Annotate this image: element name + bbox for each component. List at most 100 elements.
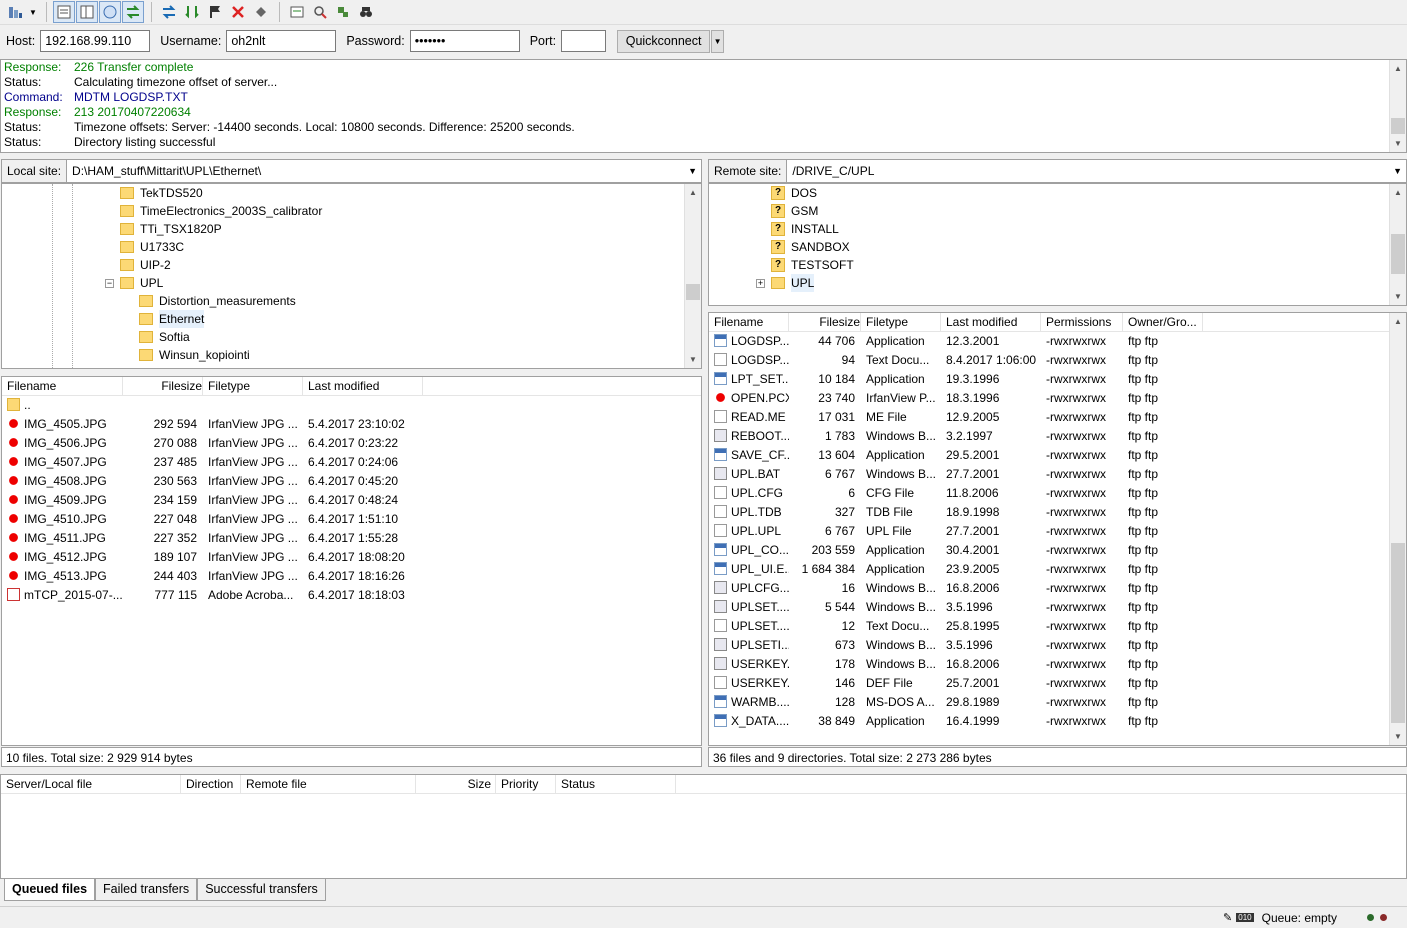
scroll-up-icon[interactable]: ▲: [1390, 313, 1406, 330]
sync-browse-icon[interactable]: [332, 1, 354, 23]
column-header[interactable]: Status: [556, 775, 676, 793]
table-row[interactable]: IMG_4512.JPG 189 107 IrfanView JPG ... 6.4.…: [2, 548, 701, 567]
table-row[interactable]: UPL_CO... 203 559 Application 30.4.2001 -rwx…: [709, 541, 1406, 560]
remote-tree-scrollbar[interactable]: ▲ ▼: [1389, 184, 1406, 305]
remote-tree-item[interactable]: ? TESTSOFT: [771, 256, 854, 274]
table-row[interactable]: SAVE_CF... 13 604 Application 29.5.2001 -rwx…: [709, 446, 1406, 465]
port-input[interactable]: [561, 30, 607, 52]
column-header[interactable]: Filename: [709, 313, 789, 331]
table-row[interactable]: IMG_4505.JPG 292 594 IrfanView JPG ... 5.4.…: [2, 415, 701, 434]
binary-mode-icon[interactable]: 010: [1236, 913, 1254, 922]
column-header[interactable]: Last modified: [303, 377, 423, 395]
table-row[interactable]: UPL_UI.E... 1 684 384 Application 23.9.2005…: [709, 560, 1406, 579]
table-row[interactable]: IMG_4511.JPG 227 352 IrfanView JPG ... 6.4.…: [2, 529, 701, 548]
chevron-down-icon[interactable]: ▼: [688, 160, 697, 182]
table-row[interactable]: LPT_SET.... 10 184 Application 19.3.1996 -rw…: [709, 370, 1406, 389]
local-tree-item[interactable]: Softia: [139, 328, 190, 346]
tab-queued-files[interactable]: Queued files: [4, 879, 96, 901]
filter-icon[interactable]: [286, 1, 308, 23]
find-icon[interactable]: [355, 1, 377, 23]
compare-icon[interactable]: [309, 1, 331, 23]
toggle-tree-icon[interactable]: [76, 1, 98, 23]
table-row[interactable]: UPL.TDB 327 TDB File 18.9.1998 -rwxrwxrwx ftp…: [709, 503, 1406, 522]
table-row[interactable]: IMG_4506.JPG 270 088 IrfanView JPG ... 6.4.…: [2, 434, 701, 453]
table-row[interactable]: IMG_4510.JPG 227 048 IrfanView JPG ... 6.4.…: [2, 510, 701, 529]
table-row[interactable]: UPLSET.... 12 Text Docu... 25.8.1995 -rwxrwx…: [709, 617, 1406, 636]
quickconnect-button[interactable]: Quickconnect: [617, 29, 711, 53]
column-header[interactable]: Size: [416, 775, 496, 793]
table-row[interactable]: READ.ME 17 031 ME File 12.9.2005 -rwxrwxrwx f…: [709, 408, 1406, 427]
column-header[interactable]: Permissions: [1041, 313, 1123, 331]
tab-successful-transfers[interactable]: Successful transfers: [197, 879, 326, 901]
local-tree-item[interactable]: − UPL: [105, 274, 163, 292]
column-header[interactable]: Filename: [2, 377, 123, 395]
local-tree-scrollbar[interactable]: ▲ ▼: [684, 184, 701, 368]
remote-list-scrollbar[interactable]: ▲ ▼: [1389, 313, 1406, 745]
local-site-path[interactable]: D:\HAM_stuff\Mittarit\UPL\Ethernet\ ▼: [67, 160, 701, 182]
site-manager-icon[interactable]: [4, 1, 26, 23]
column-header[interactable]: Owner/Gro...: [1123, 313, 1203, 331]
scroll-thumb[interactable]: [1391, 118, 1405, 134]
table-row[interactable]: mTCP_2015-07-... 777 115 Adobe Acroba... 6.…: [2, 586, 701, 605]
local-tree-item[interactable]: Distortion_measurements: [139, 292, 296, 310]
cancel-icon[interactable]: [204, 1, 226, 23]
scroll-down-icon[interactable]: ▼: [1390, 288, 1406, 305]
table-row[interactable]: WARMB.... 128 MS-DOS A... 29.8.1989 -rwxrwxr…: [709, 693, 1406, 712]
scroll-thumb[interactable]: [1391, 543, 1405, 723]
toggle-log-icon[interactable]: [53, 1, 75, 23]
remote-tree-item[interactable]: ? INSTALL: [771, 220, 839, 238]
reconnect-icon[interactable]: [250, 1, 272, 23]
column-header[interactable]: Remote file: [241, 775, 416, 793]
scroll-down-icon[interactable]: ▼: [1390, 728, 1406, 745]
column-header[interactable]: Filetype: [861, 313, 941, 331]
table-row[interactable]: LOGDSP.... 94 Text Docu... 8.4.2017 1:06:00…: [709, 351, 1406, 370]
quickconnect-dropdown-icon[interactable]: ▼: [711, 29, 725, 53]
table-row[interactable]: UPL.CFG 6 CFG File 11.8.2006 -rwxrwxrwx ftp f…: [709, 484, 1406, 503]
local-tree-item[interactable]: TekTDS520: [120, 184, 203, 202]
expand-icon[interactable]: +: [756, 278, 765, 288]
local-tree-item[interactable]: TTi_TSX1820P: [120, 220, 222, 238]
table-row[interactable]: UPLSET.... 5 544 Windows B... 3.5.1996 -rwxr…: [709, 598, 1406, 617]
column-header[interactable]: Last modified: [941, 313, 1041, 331]
table-row[interactable]: USERKEY.... 146 DEF File 25.7.2001 -rwxrwxrw…: [709, 674, 1406, 693]
username-input[interactable]: [226, 30, 337, 52]
table-row[interactable]: UPL.UPL 6 767 UPL File 27.7.2001 -rwxrwxrwx f…: [709, 522, 1406, 541]
column-header[interactable]: Filesize: [123, 377, 203, 395]
table-row[interactable]: IMG_4509.JPG 234 159 IrfanView JPG ... 6.4.…: [2, 491, 701, 510]
password-input[interactable]: [409, 30, 520, 52]
column-header[interactable]: Filetype: [203, 377, 303, 395]
dropdown-arrow-icon[interactable]: ▼: [27, 1, 39, 23]
remote-tree-item[interactable]: ? DOS: [771, 184, 817, 202]
toggle-remote-tree-icon[interactable]: [99, 1, 121, 23]
log-scrollbar[interactable]: ▲ ▼: [1389, 60, 1406, 152]
host-input[interactable]: [40, 30, 151, 52]
local-tree-item[interactable]: Winsun_kopiointi: [139, 346, 250, 364]
disconnect-icon[interactable]: [227, 1, 249, 23]
table-row[interactable]: IMG_4508.JPG 230 563 IrfanView JPG ... 6.4.…: [2, 472, 701, 491]
table-row[interactable]: OPEN.PCX 23 740 IrfanView P... 18.3.1996 -rw…: [709, 389, 1406, 408]
table-row[interactable]: REBOOT.... 1 783 Windows B... 3.2.1997 -rwxr…: [709, 427, 1406, 446]
process-queue-icon[interactable]: [181, 1, 203, 23]
column-header[interactable]: Server/Local file: [1, 775, 181, 793]
collapse-icon[interactable]: −: [105, 278, 114, 288]
local-tree-item[interactable]: UIP-2: [120, 256, 171, 274]
remote-tree-item[interactable]: + UPL: [756, 274, 815, 292]
column-header[interactable]: Filesize: [789, 313, 861, 331]
table-row[interactable]: UPL.BAT 6 767 Windows B... 27.7.2001 -rwxrwx…: [709, 465, 1406, 484]
column-header[interactable]: Direction: [181, 775, 241, 793]
table-row[interactable]: IMG_4507.JPG 237 485 IrfanView JPG ... 6.4.…: [2, 453, 701, 472]
local-tree-item[interactable]: Ethernet: [139, 310, 205, 328]
table-row[interactable]: LOGDSP.... 44 706 Application 12.3.2001 -rwx…: [709, 332, 1406, 351]
column-header[interactable]: Priority: [496, 775, 556, 793]
table-row[interactable]: ..: [2, 396, 701, 415]
scroll-down-icon[interactable]: ▼: [685, 351, 701, 368]
remote-site-path[interactable]: /DRIVE_C/UPL ▼: [787, 160, 1406, 182]
remote-tree-item[interactable]: ? SANDBOX: [771, 238, 850, 256]
table-row[interactable]: UPLSETI.... 673 Windows B... 3.5.1996 -rwxrw…: [709, 636, 1406, 655]
scroll-up-icon[interactable]: ▲: [1390, 60, 1406, 77]
local-tree-item[interactable]: U1733C: [120, 238, 184, 256]
toggle-queue-icon[interactable]: [122, 1, 144, 23]
refresh-icon[interactable]: [158, 1, 180, 23]
scroll-up-icon[interactable]: ▲: [1390, 184, 1406, 201]
table-row[interactable]: UPLCFG.... 16 Windows B... 16.8.2006 -rwxrwx…: [709, 579, 1406, 598]
